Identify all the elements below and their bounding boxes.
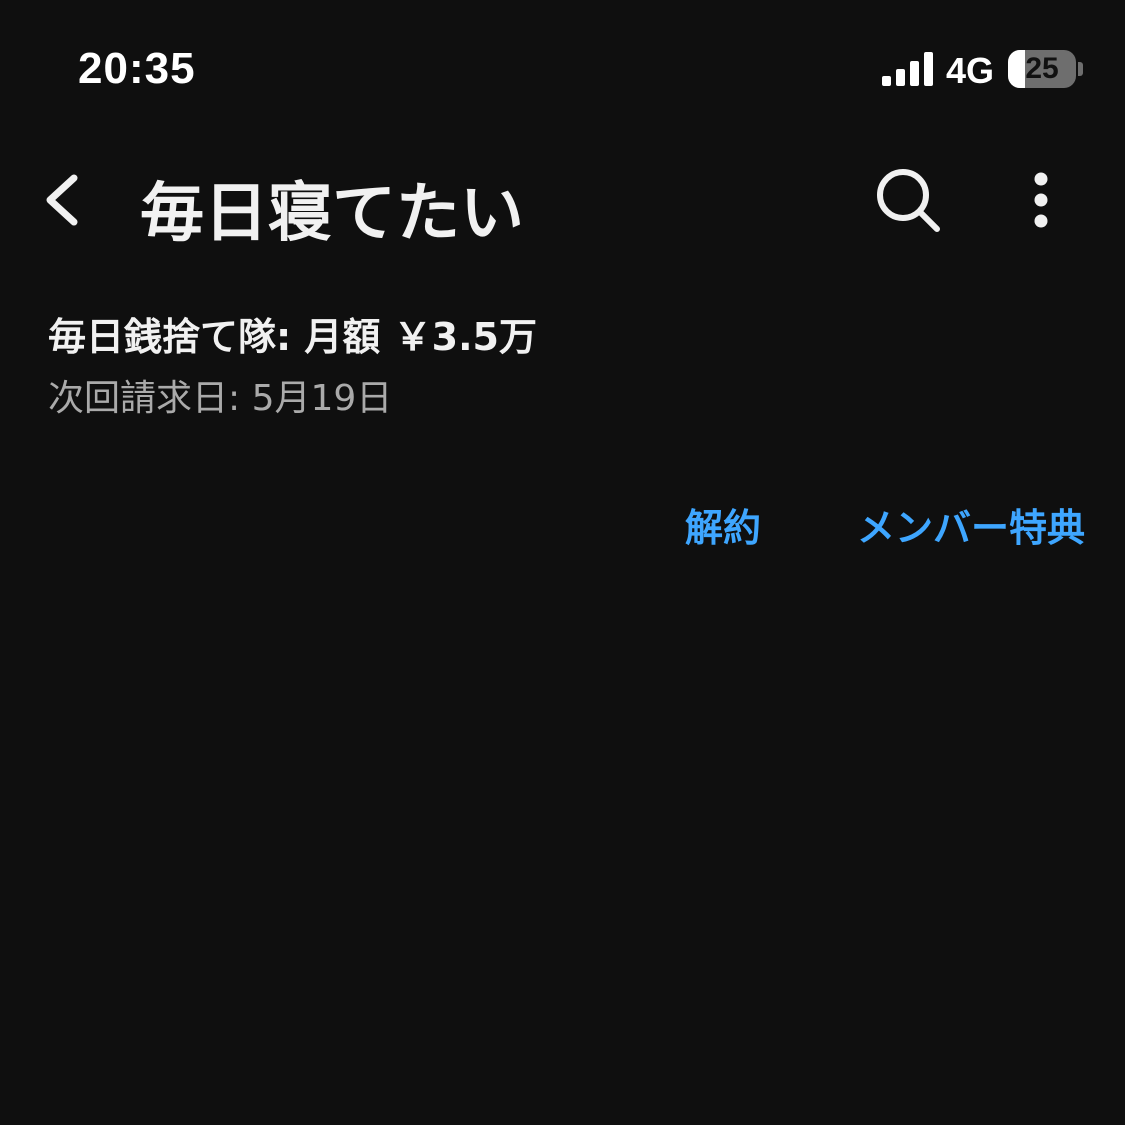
cellular-signal-icon: [882, 52, 933, 86]
next-billing-date: 次回請求日: 5月19日: [48, 378, 393, 419]
more-options-button[interactable]: [1006, 158, 1076, 242]
battery-level: 25: [1025, 52, 1059, 85]
page-title: 毎日寝てたい: [140, 177, 524, 251]
status-bar: 20:35 4G 25: [0, 0, 1125, 140]
search-icon: [877, 169, 940, 232]
battery-cap: [1078, 62, 1083, 76]
cancel-membership-link[interactable]: 解約: [685, 500, 761, 556]
battery-icon: 25: [1008, 50, 1076, 88]
search-button[interactable]: [866, 158, 950, 242]
back-button[interactable]: [22, 160, 102, 240]
more-vertical-icon: [1034, 172, 1048, 228]
member-perks-link[interactable]: メンバー特典: [857, 500, 1085, 556]
membership-plan-label: 毎日銭捨て隊: 月額 ￥3.5万: [48, 315, 537, 359]
network-type-label: 4G: [946, 50, 995, 91]
membership-actions: 解約 メンバー特典: [685, 500, 1085, 556]
chevron-left-icon: [46, 174, 78, 226]
membership-info: 毎日銭捨て隊: 月額 ￥3.5万 次回請求日: 5月19日: [48, 310, 1078, 424]
app-header: 毎日寝てたい: [0, 140, 1125, 260]
status-time: 20:35: [78, 44, 196, 93]
